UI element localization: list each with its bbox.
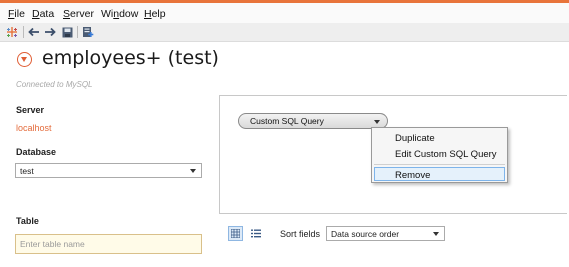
data-source-collapse-icon[interactable]	[17, 52, 32, 67]
menu-item-remove-highlight[interactable]	[374, 167, 505, 181]
table-search-placeholder: Enter table name	[20, 239, 85, 249]
toolbar-separator	[77, 26, 78, 38]
menu-separator	[374, 164, 505, 165]
pill-label: Custom SQL Query	[250, 116, 324, 126]
chevron-down-icon	[433, 231, 439, 236]
menu-file[interactable]: File	[8, 8, 25, 20]
menu-item-edit-custom-sql[interactable]: Edit Custom SQL Query	[395, 149, 497, 160]
sort-fields-select[interactable]: Data source order	[326, 226, 445, 241]
toolbar-separator	[23, 26, 24, 38]
database-select[interactable]: test	[15, 163, 202, 178]
list-view-icon[interactable]	[248, 226, 263, 241]
menu-data[interactable]: Data	[32, 8, 54, 20]
new-data-source-icon[interactable]	[81, 25, 95, 39]
menu-item-remove[interactable]: Remove	[395, 170, 430, 181]
menu-window[interactable]: Window	[101, 8, 138, 20]
menu-bar: File Data Server Window Help	[0, 3, 569, 23]
sort-fields-label: Sort fields	[280, 229, 321, 239]
database-select-value: test	[20, 165, 34, 176]
grid-view-icon[interactable]	[228, 226, 243, 241]
custom-sql-query-pill[interactable]: Custom SQL Query	[238, 113, 388, 129]
data-source-title[interactable]: employees+ (test)	[42, 47, 219, 69]
menu-help[interactable]: Help	[144, 8, 166, 20]
save-icon[interactable]	[60, 25, 74, 39]
connection-status: Connected to MySQL	[16, 80, 93, 89]
tableau-logo-icon[interactable]	[5, 25, 19, 39]
table-label: Table	[16, 216, 39, 226]
database-label: Database	[16, 147, 57, 157]
sort-fields-value: Data source order	[331, 228, 400, 239]
server-label: Server	[16, 105, 45, 115]
context-menu: Duplicate Edit Custom SQL Query Remove	[371, 127, 508, 183]
chevron-down-icon	[190, 168, 196, 173]
menu-server[interactable]: Server	[63, 8, 94, 20]
forward-arrow-icon[interactable]	[43, 25, 57, 39]
back-arrow-icon[interactable]	[27, 25, 41, 39]
table-search-input[interactable]: Enter table name	[15, 234, 202, 254]
chevron-down-icon[interactable]	[374, 120, 380, 124]
menu-item-duplicate[interactable]: Duplicate	[395, 133, 435, 144]
toolbar	[0, 23, 569, 42]
server-value-link[interactable]: localhost	[16, 123, 52, 133]
